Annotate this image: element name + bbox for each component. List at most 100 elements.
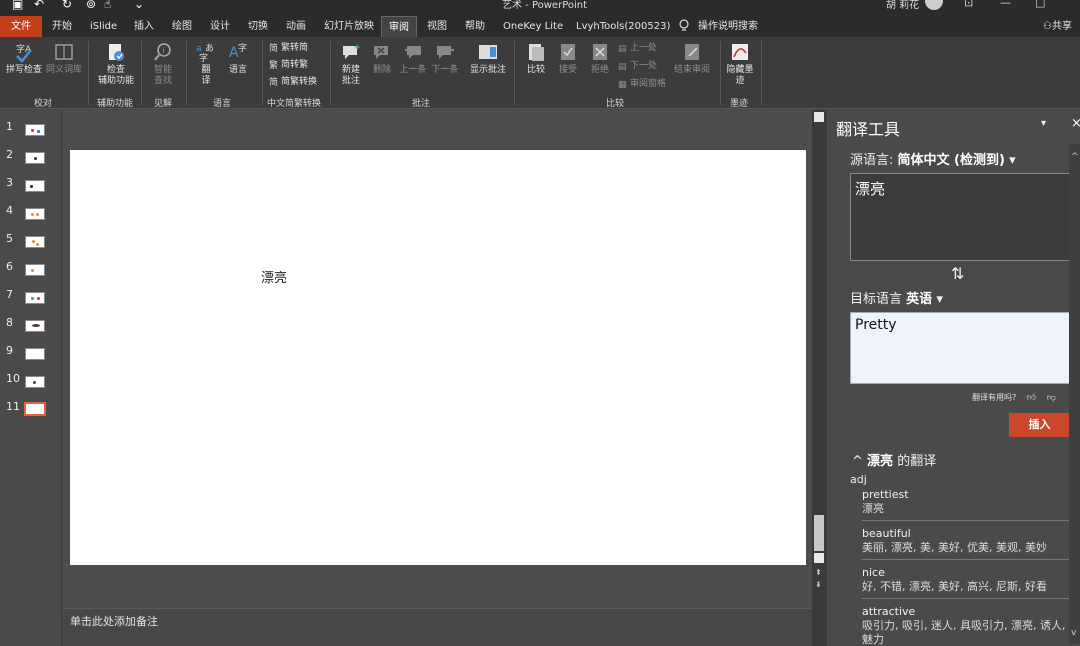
customize-toolbar-icon[interactable]: ⌄ [134,0,144,11]
translation-entry[interactable]: nice 好, 不错, 漂亮, 美好, 高兴, 尼斯, 好看 [862,566,1070,599]
tab-animations[interactable]: 动画 [286,16,306,37]
slide-thumbnail[interactable] [25,376,45,388]
thumbs-down-icon[interactable]: 👎︎ [1047,393,1056,403]
slide-thumbnail[interactable] [25,152,45,164]
tab-help[interactable]: 帮助 [465,16,485,37]
present-icon[interactable]: ⊚ [86,0,96,11]
undo-icon[interactable]: ↶ [34,0,44,11]
simp-to-trad-button[interactable]: 繁简转繁 [269,60,308,71]
translation-entry[interactable]: prettiest 漂亮 [862,488,1070,521]
insert-button[interactable]: 插入 [1009,413,1070,437]
tab-lvyhtools[interactable]: LvyhTools(200523) [576,16,670,37]
language-button[interactable]: A字 语言 [224,41,252,76]
svg-text:あ: あ [205,43,214,54]
accept-button[interactable]: 接受 [554,41,582,76]
scrollbar-thumb[interactable] [814,515,824,551]
slide-thumbnail[interactable] [25,320,45,332]
swap-languages-icon[interactable]: ⇅ [951,264,964,283]
reject-button[interactable]: 拒绝 [586,41,614,76]
tell-me-search[interactable]: 操作说明搜索 [698,16,758,37]
tab-view[interactable]: 视图 [427,16,447,37]
spelling-button[interactable]: 字A 拼写检查 [4,41,44,76]
redo-icon[interactable]: ↻ [62,0,72,11]
touch-mode-icon[interactable]: ☝ [104,0,111,11]
slide-thumbnail[interactable] [25,292,45,304]
tab-draw[interactable]: 绘图 [172,16,192,37]
thumb-mark [34,157,37,160]
source-text-box[interactable]: 漂亮 [850,173,1070,261]
tab-islide[interactable]: iSlide [90,16,117,37]
compare-button[interactable]: 比较 [522,41,550,76]
scroll-down-arrow[interactable] [814,553,824,563]
reviewing-pane-button[interactable]: ▦ 审阅窗格 [618,79,666,90]
tab-home[interactable]: 开始 [52,16,72,37]
user-name[interactable]: 胡 莉花 [886,0,919,11]
translation-entry[interactable]: beautiful 美丽, 漂亮, 美, 美好, 优美, 美观, 美妙 [862,527,1070,560]
slide-textbox[interactable]: 漂亮 [261,267,287,286]
group-label-accessibility: 辅助功能 [97,99,134,109]
translation-entry[interactable]: attractive 吸引力, 吸引, 迷人, 具吸引力, 漂亮, 诱人, 魅力 [862,605,1070,646]
maximize-icon[interactable]: □ [1035,0,1045,9]
scroll-down-arrow[interactable]: v [1071,628,1076,638]
hide-ink-icon [732,44,748,60]
prev-change-button[interactable]: ▤ 上一处 [618,43,657,54]
close-icon[interactable]: × [1071,116,1080,131]
scroll-up-arrow[interactable] [814,112,824,122]
target-text-box[interactable]: Pretty [850,312,1070,384]
thesaurus-button[interactable]: 同义词库 [44,41,84,76]
show-comments-button[interactable]: 显示批注 [468,41,508,76]
hide-ink-button[interactable]: 隐藏墨 迹 [724,41,756,87]
check-accessibility-button[interactable]: 检查 辅助功能 [92,41,140,87]
slide-thumbnail[interactable] [25,236,45,248]
slide-thumbnail[interactable] [25,180,45,192]
tab-transitions[interactable]: 切换 [248,16,268,37]
ribbon-display-icon[interactable]: ⊡ [964,0,973,9]
share-button[interactable]: ⚇共享 [1043,16,1072,37]
end-review-button[interactable]: 结束审阅 [670,41,714,76]
save-icon[interactable]: ▣ [12,0,23,11]
slide-canvas[interactable]: 漂亮 [70,150,806,565]
scroll-up-arrow[interactable]: ^ [1071,152,1079,162]
group-separator [330,41,331,105]
pane-scrollbar[interactable]: ^ v [1069,144,1080,644]
tab-design[interactable]: 设计 [210,16,230,37]
source-language-selector[interactable]: 源语言: 简体中文 (检测到) ▾ [850,149,1016,168]
notes-pane[interactable]: 单击此处添加备注 [63,608,812,646]
language-label: 语言 [228,65,247,75]
chinese-convert-button[interactable]: 简简繁转换 [269,77,317,88]
prev-comment-button[interactable]: 上一条 [398,41,428,76]
next-slide-icon[interactable]: ⇟ [815,580,822,589]
trad-to-simp-label: 繁转简 [281,43,309,53]
minimize-icon[interactable]: — [1000,0,1011,9]
tab-insert[interactable]: 插入 [134,16,154,37]
prev-slide-icon[interactable]: ⇞ [815,568,822,577]
editor-scrollbar[interactable]: ⇞ ⇟ [812,110,826,646]
slide-thumbnail[interactable] [25,264,45,276]
thumbs-up-icon[interactable]: 👍︎ [1027,393,1036,403]
next-change-button[interactable]: ▤ 下一处 [618,61,657,72]
slide-thumbnail[interactable] [25,124,45,136]
avatar[interactable] [925,0,943,10]
slide-thumbnail[interactable] [25,348,45,360]
prev-comment-icon [405,46,421,59]
target-language-selector[interactable]: 目标语言 英语 ▾ [850,288,943,307]
entry-english: attractive [862,605,916,618]
tab-file[interactable]: 文件 [0,16,42,37]
tab-review[interactable]: 审阅 [381,16,417,37]
tab-slideshow[interactable]: 幻灯片放映 [324,16,374,37]
reviewing-pane-icon: ▦ [618,80,627,90]
slide-thumbnail[interactable] [25,208,45,220]
reject-icon [593,44,607,60]
thumb-mark [31,269,34,272]
tab-onekey[interactable]: OneKey Lite [503,16,563,37]
next-comment-button[interactable]: 下一条 [430,41,460,76]
results-header[interactable]: ^ 漂亮 的翻译 [852,450,936,469]
translate-button[interactable]: aあ字 翻 译 [192,41,220,87]
feedback-label: 翻译有用吗? [972,393,1017,402]
delete-comment-button[interactable]: 删除 [368,41,396,76]
smart-lookup-button[interactable]: i 智能 查找 [146,41,180,87]
trad-to-simp-button[interactable]: 简繁转简 [269,43,308,54]
pane-options-icon[interactable]: ▾ [1041,118,1046,129]
slide-thumbnail-active[interactable] [24,402,46,416]
new-comment-button[interactable]: + 新建 批注 [336,41,366,87]
